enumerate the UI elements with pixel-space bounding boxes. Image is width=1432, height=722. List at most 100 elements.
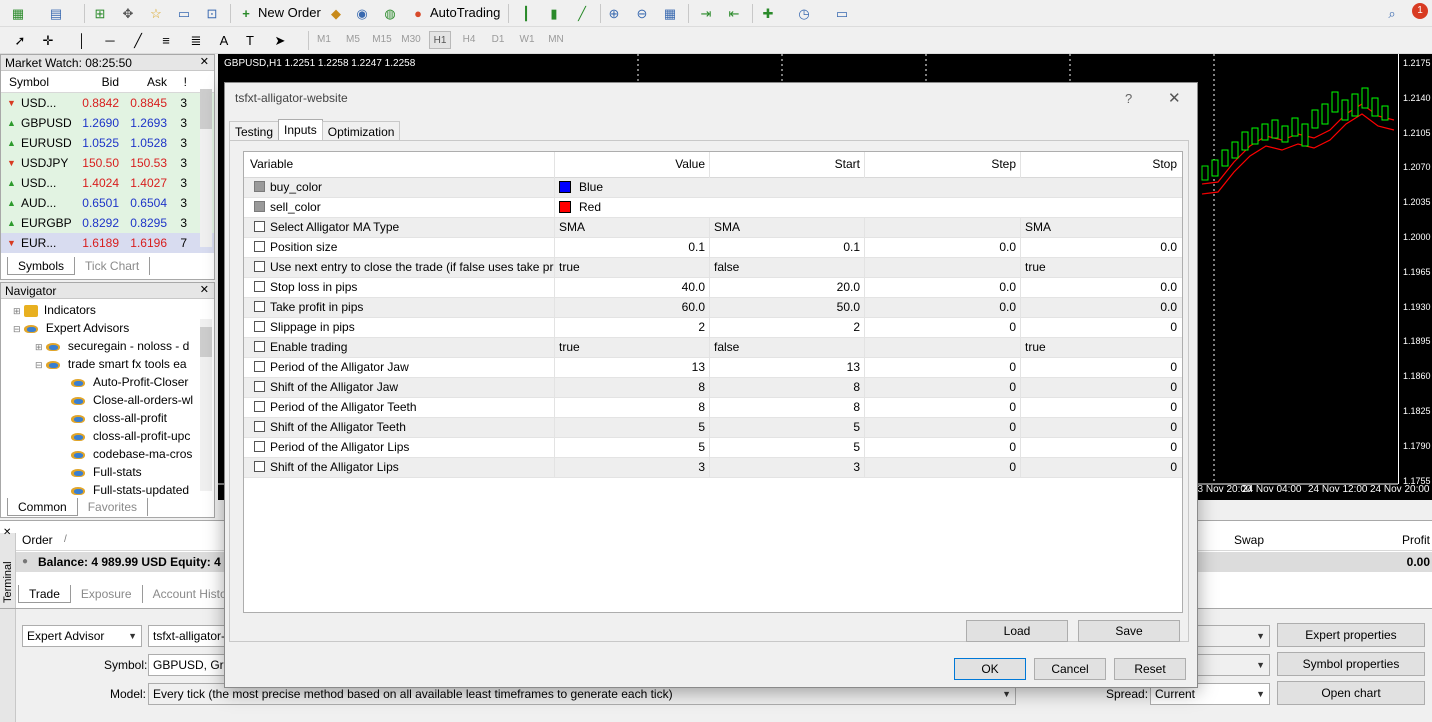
start-cell[interactable]: false <box>709 258 864 278</box>
nav-ea-item[interactable]: closs-all-profit-upc <box>71 427 197 445</box>
new-chart-icon[interactable]: ▦ <box>10 5 26 21</box>
terminal-icon[interactable]: ▭ <box>176 5 192 21</box>
nav-ea-item[interactable]: Full-stats-updated <box>71 481 197 499</box>
nav-indicators[interactable]: ⊞ Indicators <box>13 301 96 319</box>
stop-cell[interactable]: 0 <box>1020 458 1181 478</box>
new-order-icon[interactable]: + <box>238 5 254 21</box>
optimize-checkbox[interactable] <box>254 241 265 253</box>
arrows-icon[interactable]: ➤ <box>272 32 288 48</box>
input-row[interactable]: Slippage in pips 2 2 0 0 <box>244 318 1182 338</box>
market-watch-row[interactable]: ▼ USDJPY 150.50 150.53 3 <box>1 153 214 173</box>
tile-windows-icon[interactable]: ▦ <box>662 5 678 21</box>
stop-cell[interactable]: 0 <box>1020 398 1181 418</box>
step-cell[interactable] <box>864 218 1020 238</box>
value-cell[interactable]: 8 <box>554 398 709 418</box>
input-row[interactable]: Period of the Alligator Teeth 8 8 0 0 <box>244 398 1182 418</box>
input-row[interactable]: Take profit in pips 60.0 50.0 0.0 0.0 <box>244 298 1182 318</box>
cancel-button[interactable]: Cancel <box>1034 658 1106 680</box>
step-cell[interactable]: 0 <box>864 318 1020 338</box>
cursor-icon[interactable]: ➚ <box>12 32 28 48</box>
trendline-icon[interactable]: ╱ <box>130 32 146 48</box>
start-cell[interactable]: 5 <box>709 438 864 458</box>
col-step[interactable]: Step <box>864 152 1020 178</box>
close-button[interactable]: ✕ <box>1168 89 1181 107</box>
input-row[interactable]: Enable trading true false true <box>244 338 1182 358</box>
start-cell[interactable]: 13 <box>709 358 864 378</box>
value-cell[interactable]: 0.1 <box>554 238 709 258</box>
col-order[interactable]: Order <box>22 529 53 551</box>
tester-type-select[interactable]: Expert Advisor ▼ <box>22 625 142 647</box>
optimize-checkbox[interactable] <box>254 401 265 413</box>
autotrading-button[interactable]: AutoTrading <box>430 5 500 20</box>
zoom-in-icon[interactable]: ⊕ <box>606 5 622 21</box>
input-row[interactable]: Use next entry to close the trade (if fa… <box>244 258 1182 278</box>
tab-trade[interactable]: Trade <box>18 585 71 603</box>
optimize-checkbox[interactable] <box>254 201 265 213</box>
timeframe-h4[interactable]: H4 <box>458 31 480 49</box>
stop-cell[interactable]: 0 <box>1020 438 1181 458</box>
stop-cell[interactable]: true <box>1020 338 1181 358</box>
expert-properties-button[interactable]: Expert properties <box>1277 623 1425 647</box>
col-spread[interactable]: ! <box>171 71 187 92</box>
symbol-properties-button[interactable]: Symbol properties <box>1277 652 1425 676</box>
help-button[interactable]: ? <box>1125 91 1132 106</box>
optimize-checkbox[interactable] <box>254 441 265 453</box>
stop-cell[interactable]: 0 <box>1020 318 1181 338</box>
col-start[interactable]: Start <box>709 152 864 178</box>
input-row[interactable]: Select Alligator MA Type SMA SMA SMA <box>244 218 1182 238</box>
data-window-icon[interactable]: ✥ <box>120 5 136 21</box>
autotrading-icon[interactable]: ● <box>410 5 426 21</box>
value-cell[interactable]: SMA <box>554 218 709 238</box>
timeframe-mn[interactable]: MN <box>545 31 567 49</box>
notification-badge[interactable]: 1 <box>1412 3 1428 19</box>
input-row[interactable]: Position size 0.1 0.1 0.0 0.0 <box>244 238 1182 258</box>
step-cell[interactable]: 0.0 <box>864 298 1020 318</box>
col-variable[interactable]: Variable <box>246 152 554 178</box>
open-chart-button[interactable]: Open chart <box>1277 681 1425 705</box>
market-watch-icon[interactable]: ⊞ <box>92 5 108 21</box>
close-icon[interactable]: ✕ <box>200 283 209 296</box>
periods-icon[interactable]: ◷ <box>796 5 812 21</box>
tester-hidden-select-2[interactable]: ▼ <box>1190 654 1270 676</box>
start-cell[interactable]: 3 <box>709 458 864 478</box>
optimize-checkbox[interactable] <box>254 421 265 433</box>
start-cell[interactable]: 20.0 <box>709 278 864 298</box>
market-icon[interactable]: ◍ <box>382 5 398 21</box>
optimize-checkbox[interactable] <box>254 381 265 393</box>
text-label-icon[interactable]: T <box>242 32 258 48</box>
market-watch-row[interactable]: ▲ EURUSD 1.0525 1.0528 3 <box>1 133 214 153</box>
optimize-checkbox[interactable] <box>254 281 265 293</box>
start-cell[interactable]: 5 <box>709 418 864 438</box>
col-value[interactable]: Value <box>554 152 709 178</box>
timeframe-m1[interactable]: M1 <box>313 31 335 49</box>
optimize-checkbox[interactable] <box>254 181 265 193</box>
value-cell[interactable]: 2 <box>554 318 709 338</box>
crosshair-icon[interactable]: ✛ <box>40 32 56 48</box>
col-profit[interactable]: Profit <box>1402 529 1430 551</box>
value-cell[interactable]: 5 <box>554 418 709 438</box>
chart-shift-icon[interactable]: ⇤ <box>726 5 742 21</box>
zoom-out-icon[interactable]: ⊖ <box>634 5 650 21</box>
step-cell[interactable]: 0 <box>864 418 1020 438</box>
start-cell[interactable]: 2 <box>709 318 864 338</box>
profiles-icon[interactable]: ▤ <box>48 5 64 21</box>
value-cell[interactable]: 8 <box>554 378 709 398</box>
tab-common[interactable]: Common <box>7 498 78 516</box>
metaeditor-icon[interactable]: ◆ <box>328 5 344 21</box>
load-button[interactable]: Load <box>966 620 1068 642</box>
value-cell[interactable]: Blue <box>554 178 1181 198</box>
tester-ea-select[interactable]: tsfxt-alligator-we <box>148 625 232 647</box>
value-cell[interactable]: 40.0 <box>554 278 709 298</box>
step-cell[interactable]: 0 <box>864 378 1020 398</box>
input-row[interactable]: Period of the Alligator Jaw 13 13 0 0 <box>244 358 1182 378</box>
nav-ea-item[interactable]: Auto-Profit-Closer <box>71 373 197 391</box>
optimize-checkbox[interactable] <box>254 321 265 333</box>
input-row[interactable]: sell_color Red <box>244 198 1182 218</box>
text-icon[interactable]: A <box>216 32 232 48</box>
reset-button[interactable]: Reset <box>1114 658 1186 680</box>
auto-scroll-icon[interactable]: ⇥ <box>698 5 714 21</box>
timeframe-m30[interactable]: M30 <box>400 31 422 49</box>
save-button[interactable]: Save <box>1078 620 1180 642</box>
value-cell[interactable]: true <box>554 258 709 278</box>
nav-ea-item[interactable]: closs-all-profit <box>71 409 197 427</box>
